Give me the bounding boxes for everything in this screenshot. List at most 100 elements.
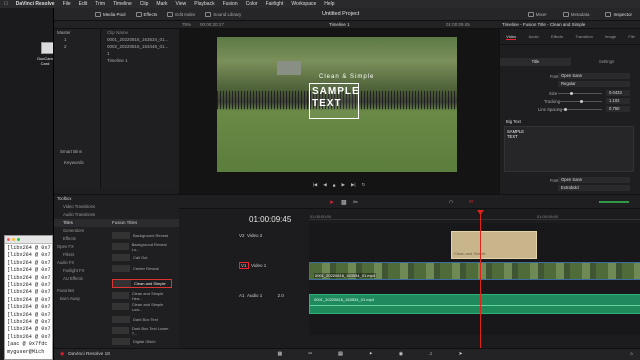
title-clip[interactable]: Clean and Simple xyxy=(451,231,537,259)
selection-tool-icon[interactable]: ➤ xyxy=(329,199,334,206)
fx-item-selected[interactable]: Clean and Simple xyxy=(112,279,172,288)
apple-icon[interactable]:  xyxy=(4,1,8,7)
tab-effects[interactable]: Effects xyxy=(551,34,563,39)
bin-2[interactable]: 2 xyxy=(54,43,100,50)
menu-clip[interactable]: Clip xyxy=(140,1,149,7)
page-fairlight-icon[interactable]: ♫ xyxy=(429,352,433,357)
tab-transition[interactable]: Transition xyxy=(575,34,592,39)
big-text-input[interactable]: SAMPLE TEXT xyxy=(504,126,634,172)
video-frame[interactable]: Clean & Simple SAMPLE TEXT xyxy=(217,37,457,172)
fx-item[interactable]: Call Out xyxy=(112,253,172,262)
terminal-window[interactable]: [libx264 @ 0x7 [libx264 @ 0x7 [libx264 @ 0… xyxy=(4,235,53,360)
big-text-section[interactable]: Big Text xyxy=(506,119,521,124)
menu-edit[interactable]: Edit xyxy=(79,1,88,7)
tracking-slider-knob[interactable] xyxy=(580,100,583,103)
clip-item[interactable]: 0001_20220816_163534_01... xyxy=(101,36,179,43)
tab-audio[interactable]: Audio xyxy=(529,34,539,39)
viewer-zoom[interactable]: 75% xyxy=(182,22,191,27)
tab-file[interactable]: File xyxy=(628,34,634,39)
clip-item[interactable]: 0002_20220816_163446_01... xyxy=(101,43,179,50)
play-icon[interactable]: ▶ xyxy=(341,182,344,188)
fx-item[interactable]: Center Reveal xyxy=(112,264,172,273)
clip-name-header[interactable]: Clip Name xyxy=(101,29,179,36)
trim-tool-icon[interactable]: ▩ xyxy=(341,199,347,206)
size-slider-knob[interactable] xyxy=(570,92,573,95)
home-icon[interactable]: ⌂ xyxy=(630,352,633,357)
fx-item[interactable]: Dark Box Text xyxy=(112,315,172,324)
timeline-name[interactable]: Timeline 1 xyxy=(329,22,350,27)
subtab-title[interactable]: Title xyxy=(500,58,571,66)
size-slider[interactable] xyxy=(558,93,602,94)
page-edit-icon[interactable]: ▤ xyxy=(338,352,343,357)
video-clip[interactable]: 0001_20220816_163534_01.mp4 xyxy=(309,262,640,280)
subtab-settings[interactable]: Settings xyxy=(571,58,640,66)
clip-item[interactable]: Timeline 1 xyxy=(101,57,179,64)
fx-item[interactable]: Background Reveal Lo... xyxy=(112,242,172,252)
page-media-icon[interactable]: ▦ xyxy=(278,352,283,357)
font-style-dropdown[interactable]: Regular xyxy=(558,81,630,87)
menu-fairlight[interactable]: Fairlight xyxy=(266,1,284,7)
tab-video[interactable]: Video xyxy=(506,34,517,40)
sound-library-button[interactable]: Sound Library xyxy=(200,11,246,17)
toolbox-header[interactable]: Toolbox xyxy=(54,195,179,203)
menu-trim[interactable]: Trim xyxy=(95,1,105,7)
smart-bins[interactable]: Smart Bins xyxy=(54,148,100,155)
page-cut-icon[interactable]: ✂ xyxy=(308,352,312,357)
menu-app-name[interactable]: DaVinci Resolve xyxy=(16,1,55,7)
page-color-icon[interactable]: ◉ xyxy=(399,352,403,357)
stop-icon[interactable]: ■ xyxy=(333,183,336,188)
effects-button[interactable]: Effects xyxy=(131,11,163,17)
menu-timeline[interactable]: Timeline xyxy=(113,1,132,7)
font-dropdown-2[interactable]: Open Sans xyxy=(558,177,630,183)
loop-icon[interactable]: ↻ xyxy=(362,182,366,188)
master-volume-slider[interactable] xyxy=(599,201,629,203)
fx-cat-video-transitions[interactable]: Video Transitions xyxy=(54,203,179,211)
fx-item[interactable]: Dark Box Text Lower T... xyxy=(112,326,172,336)
page-fusion-icon[interactable]: ✦ xyxy=(369,352,373,357)
bin-master[interactable]: Master xyxy=(54,29,100,36)
fx-item[interactable]: Clean and Simple Low... xyxy=(112,302,172,312)
zoom-icon[interactable] xyxy=(17,238,20,241)
snapping-icon[interactable]: ∩ xyxy=(449,199,453,205)
font-dropdown[interactable]: Open Sans xyxy=(558,73,630,79)
menu-playback[interactable]: Playback xyxy=(194,1,214,7)
metadata-button[interactable]: Metadata xyxy=(558,11,595,17)
menu-view[interactable]: View xyxy=(176,1,187,7)
line-spacing-slider-knob[interactable] xyxy=(564,108,567,111)
audio-clip[interactable]: 0001_20220816_163534_01.mp4 xyxy=(309,294,640,314)
minimize-icon[interactable] xyxy=(12,238,15,241)
fx-item[interactable]: Background Reveal xyxy=(112,231,172,240)
menu-workspace[interactable]: Workspace xyxy=(291,1,316,7)
tracking-value[interactable]: 1.102 xyxy=(606,98,630,104)
tab-image[interactable]: Image xyxy=(605,34,616,39)
menu-fusion[interactable]: Fusion xyxy=(223,1,238,7)
mixer-button[interactable]: Mixer xyxy=(523,11,552,17)
bin-1[interactable]: 1 xyxy=(54,36,100,43)
skip-end-icon[interactable]: ▶| xyxy=(351,182,356,188)
edit-index-button[interactable]: Edit Index xyxy=(162,11,200,17)
smart-bin-keywords[interactable]: Keywords xyxy=(54,159,100,166)
media-pool-button[interactable]: Media Pool xyxy=(90,11,131,17)
menu-mark[interactable]: Mark xyxy=(156,1,167,7)
playhead[interactable] xyxy=(480,211,481,349)
menu-help[interactable]: Help xyxy=(324,1,334,7)
timeline-ruler[interactable]: 01:00:00:00 01:00:08:00 xyxy=(309,209,640,220)
blade-tool-icon[interactable]: ✂ xyxy=(353,199,358,206)
inspector-button[interactable]: Inspector xyxy=(600,11,637,17)
effects-icon xyxy=(135,11,142,17)
fx-cat-audio-transitions[interactable]: Audio Transitions xyxy=(54,211,179,219)
close-icon[interactable] xyxy=(7,238,10,241)
skip-start-icon[interactable]: |◀ xyxy=(313,182,318,188)
linked-selection-icon[interactable]: ∞ xyxy=(469,199,473,205)
fx-item[interactable]: Clean and Simple Hea... xyxy=(112,291,172,301)
menu-file[interactable]: File xyxy=(63,1,71,7)
size-value[interactable]: 0.0433 xyxy=(606,90,630,96)
font-style-dropdown-2[interactable]: Extrabold xyxy=(558,185,630,191)
fx-item[interactable]: Digital Glitch xyxy=(112,337,172,346)
page-deliver-icon[interactable]: ➤ xyxy=(458,352,462,357)
line-spacing-value[interactable]: 0.750 xyxy=(606,106,630,112)
terminal-line: [libx264 @ 0x7 xyxy=(7,296,51,303)
clip-item[interactable]: 1 xyxy=(101,50,179,57)
rewind-icon[interactable]: ◀ xyxy=(323,182,326,188)
menu-color[interactable]: Color xyxy=(246,1,258,7)
